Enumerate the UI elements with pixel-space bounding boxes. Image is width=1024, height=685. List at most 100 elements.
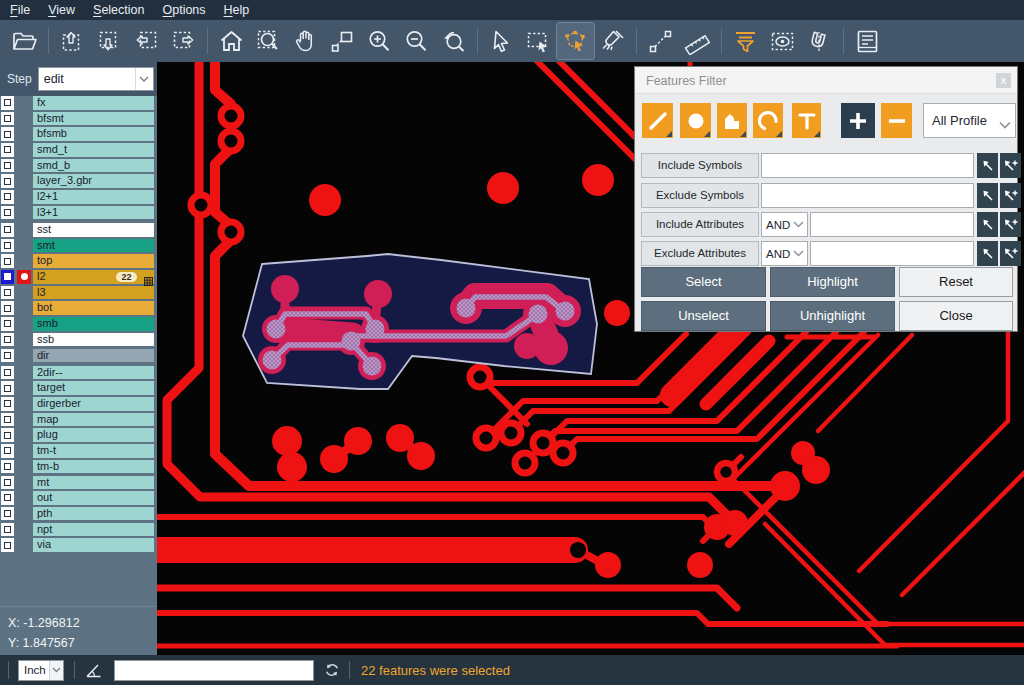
layer-row-smd_b[interactable]: smd_b <box>0 159 157 173</box>
step-down-button[interactable] <box>91 23 128 59</box>
layer-checkbox[interactable] <box>1 206 14 220</box>
reset-button[interactable]: Reset <box>899 267 1013 297</box>
filter-input[interactable] <box>761 153 974 178</box>
filter-input[interactable] <box>810 212 974 237</box>
layer-checkbox[interactable] <box>1 143 14 157</box>
pick-from-graphics-button[interactable] <box>977 183 998 208</box>
layer-row-smb[interactable]: smb <box>0 317 157 331</box>
pick-add-from-graphics-button[interactable] <box>1000 153 1021 178</box>
layer-checkbox[interactable] <box>1 507 14 521</box>
feature-add-button[interactable] <box>841 103 875 138</box>
refresh-icon[interactable] <box>324 662 340 678</box>
layer-row-ssb[interactable]: ssb <box>0 333 157 347</box>
layer-checkbox[interactable] <box>1 397 14 411</box>
step-right-button[interactable] <box>165 23 202 59</box>
layer-row-out[interactable]: out <box>0 491 157 505</box>
layer-name[interactable]: mt <box>33 476 154 490</box>
layer-name[interactable]: l2+1 <box>33 190 154 204</box>
command-input[interactable] <box>114 660 314 681</box>
layer-checkbox[interactable] <box>1 239 14 253</box>
layer-checkbox[interactable] <box>1 538 14 552</box>
select-rectangle-button[interactable] <box>520 23 557 59</box>
layer-checkbox[interactable] <box>1 366 14 380</box>
layer-row-mt[interactable]: mt <box>0 476 157 490</box>
clean-brush-button[interactable] <box>594 23 631 59</box>
layer-checkbox[interactable] <box>1 159 14 173</box>
layer-checkbox[interactable] <box>1 317 14 331</box>
filter-input[interactable] <box>810 241 974 266</box>
layer-row-sst[interactable]: sst <box>0 223 157 237</box>
pick-add-from-graphics-button[interactable] <box>1000 212 1021 237</box>
layer-name[interactable]: plug <box>33 428 154 442</box>
layer-checkbox[interactable] <box>1 96 14 110</box>
field-label-button[interactable]: Exclude Symbols <box>641 183 759 208</box>
layer-row-smt[interactable]: smt <box>0 239 157 253</box>
feature-surface-button[interactable] <box>717 103 747 138</box>
layer-row-l3+1[interactable]: l3+1 <box>0 206 157 220</box>
feature-line-button[interactable] <box>642 103 673 138</box>
layer-checkbox[interactable] <box>1 190 14 204</box>
layer-checkbox[interactable] <box>1 523 14 537</box>
layer-name[interactable]: out <box>33 491 154 505</box>
select-button[interactable]: Select <box>641 267 766 297</box>
layer-row-bfsmb[interactable]: bfsmb <box>0 127 157 141</box>
pick-from-graphics-button[interactable] <box>977 153 998 178</box>
layer-row-dir[interactable]: dir <box>0 349 157 363</box>
layer-row-pth[interactable]: pth <box>0 507 157 521</box>
step-left-button[interactable] <box>128 23 165 59</box>
menu-selection[interactable]: Selection <box>84 1 153 20</box>
layer-checkbox[interactable] <box>1 223 14 237</box>
field-label-button[interactable]: Exclude Attributes <box>641 241 759 266</box>
feature-remove-button[interactable] <box>881 103 912 138</box>
unhighlight-button[interactable]: Unhighlight <box>770 301 895 331</box>
layer-checkbox[interactable] <box>1 254 14 268</box>
layer-checkbox[interactable] <box>1 476 14 490</box>
layer-checkbox[interactable] <box>1 301 14 315</box>
home-button[interactable] <box>213 23 250 59</box>
layer-name[interactable]: smd_b <box>33 159 154 173</box>
layer-row-tm-b[interactable]: tm-b <box>0 460 157 474</box>
profile-select[interactable]: All Profile <box>923 103 1016 138</box>
layer-name[interactable]: smd_t <box>33 143 154 157</box>
layer-name[interactable]: via <box>33 538 154 552</box>
layer-checkbox[interactable] <box>1 349 14 363</box>
field-label-button[interactable]: Include Attributes <box>641 212 759 237</box>
layer-name[interactable]: 2dir-- <box>33 366 154 380</box>
feature-arc-button[interactable] <box>753 103 783 138</box>
step-select[interactable]: edit <box>38 67 154 91</box>
measure-line-button[interactable] <box>642 23 679 59</box>
layer-name[interactable]: l3 <box>33 286 154 300</box>
layer-row-top[interactable]: top <box>0 254 157 268</box>
layer-checkbox[interactable] <box>1 127 14 141</box>
zoom-in-button[interactable] <box>361 23 398 59</box>
layer-name[interactable]: tm-b <box>33 460 154 474</box>
ruler-button[interactable] <box>679 23 716 59</box>
zoom-out-button[interactable] <box>398 23 435 59</box>
close-button[interactable]: Close <box>899 301 1013 331</box>
feature-pad-button[interactable] <box>680 103 711 138</box>
layer-name[interactable]: ssb <box>33 333 154 347</box>
field-label-button[interactable]: Include Symbols <box>641 153 759 178</box>
layer-checkbox[interactable] <box>1 270 14 284</box>
layer-row-l3[interactable]: l3 <box>0 286 157 300</box>
layer-row-2dir--[interactable]: 2dir-- <box>0 366 157 380</box>
operator-select[interactable]: AND <box>761 241 808 266</box>
layer-row-bot[interactable]: bot <box>0 301 157 315</box>
layer-row-dirgerber[interactable]: dirgerber <box>0 397 157 411</box>
features-filter-button[interactable] <box>727 23 764 59</box>
pick-add-from-graphics-button[interactable] <box>1000 183 1021 208</box>
layer-name[interactable]: sst <box>33 223 154 237</box>
layer-name[interactable]: bfsmt <box>33 112 154 126</box>
layer-checkbox[interactable] <box>1 428 14 442</box>
layer-row-map[interactable]: map <box>0 413 157 427</box>
layer-row-plug[interactable]: plug <box>0 428 157 442</box>
pick-from-graphics-button[interactable] <box>977 241 998 266</box>
menu-view[interactable]: View <box>39 1 84 20</box>
layer-checkbox[interactable] <box>1 333 14 347</box>
layer-checkbox[interactable] <box>1 381 14 395</box>
layer-checkbox[interactable] <box>1 444 14 458</box>
layer-name[interactable]: l3+1 <box>33 206 154 220</box>
layer-checkbox[interactable] <box>1 174 14 188</box>
menu-options[interactable]: Options <box>153 1 214 20</box>
operator-select[interactable]: AND <box>761 212 808 237</box>
